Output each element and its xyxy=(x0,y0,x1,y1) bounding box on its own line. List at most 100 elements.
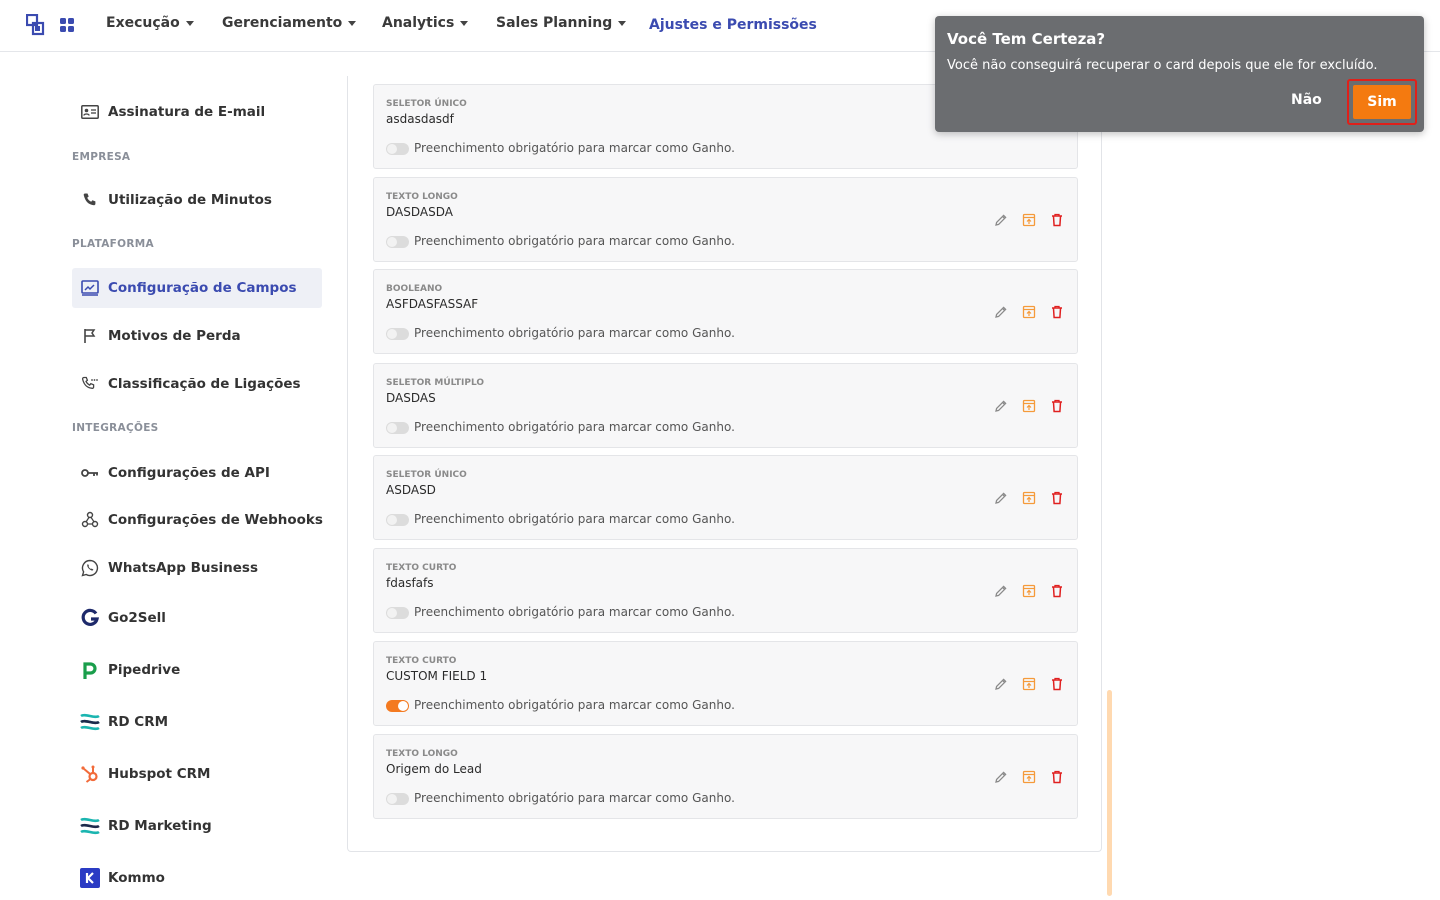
kommo-logo-icon xyxy=(80,868,100,888)
field-card: BOOLEANO ASFDASFASSAF Preenchimento obriga… xyxy=(373,269,1078,354)
sidebar-item-hubspot-crm[interactable]: Hubspot CRM xyxy=(72,754,322,794)
archive-icon[interactable] xyxy=(1021,583,1037,599)
sidebar-item-configuracoes-webhooks[interactable]: Configurações de Webhooks xyxy=(72,500,323,540)
sidebar-item-whatsapp-business[interactable]: WhatsApp Business xyxy=(72,548,322,588)
sidebar-item-label: Go2Sell xyxy=(108,610,166,626)
card-actions xyxy=(993,304,1065,320)
field-name: ASDASD xyxy=(386,483,436,497)
caret-down-icon xyxy=(460,20,469,26)
trash-icon[interactable] xyxy=(1049,676,1065,692)
archive-icon[interactable] xyxy=(1021,769,1037,785)
archive-icon[interactable] xyxy=(1021,304,1037,320)
phone-icon xyxy=(80,190,100,210)
required-label: Preenchimento obrigatório para marcar co… xyxy=(414,326,735,340)
edit-pencil-icon[interactable] xyxy=(993,676,1009,692)
required-label: Preenchimento obrigatório para marcar co… xyxy=(414,791,735,805)
archive-icon[interactable] xyxy=(1021,212,1037,228)
sidebar-item-kommo[interactable]: Kommo xyxy=(72,858,322,898)
sidebar-item-rd-crm[interactable]: RD CRM xyxy=(72,702,322,742)
trash-icon[interactable] xyxy=(1049,212,1065,228)
archive-icon[interactable] xyxy=(1021,676,1037,692)
key-icon xyxy=(80,463,100,483)
card-actions xyxy=(993,583,1065,599)
required-toggle[interactable] xyxy=(386,514,409,526)
confirm-button[interactable]: Sim xyxy=(1353,85,1411,119)
edit-pencil-icon[interactable] xyxy=(993,398,1009,414)
field-card: TEXTO LONGO Origem do Lead Preenchimento o… xyxy=(373,734,1078,819)
dialog-message: Você não conseguirá recuperar o card dep… xyxy=(947,58,1378,73)
nav-label: Sales Planning xyxy=(496,15,613,31)
field-name: ASFDASFASSAF xyxy=(386,297,479,311)
sidebar-item-motivos-perda[interactable]: Motivos de Perda xyxy=(72,316,322,356)
archive-icon[interactable] xyxy=(1021,490,1037,506)
sidebar-item-assinatura-email[interactable]: Assinatura de E-mail xyxy=(72,92,322,132)
scrollbar[interactable] xyxy=(1107,690,1112,896)
caret-down-icon xyxy=(618,20,627,26)
id-card-icon xyxy=(80,102,100,122)
edit-pencil-icon[interactable] xyxy=(993,583,1009,599)
required-label: Preenchimento obrigatório para marcar co… xyxy=(414,234,735,248)
field-card: TEXTO CURTO fdasfafs Preenchimento obrigat… xyxy=(373,548,1078,633)
nav-label: Ajustes e Permissões xyxy=(649,17,817,33)
nav-analytics[interactable]: Analytics xyxy=(382,15,469,31)
required-toggle[interactable] xyxy=(386,143,409,155)
field-name: asdasdasdf xyxy=(386,112,454,126)
sidebar-item-label: Configurações de API xyxy=(108,465,270,481)
required-label: Preenchimento obrigatório para marcar co… xyxy=(414,420,735,434)
edit-pencil-icon[interactable] xyxy=(993,490,1009,506)
card-actions xyxy=(993,398,1065,414)
edit-pencil-icon[interactable] xyxy=(993,769,1009,785)
required-label: Preenchimento obrigatório para marcar co… xyxy=(414,141,735,155)
required-toggle[interactable] xyxy=(386,607,409,619)
flag-icon xyxy=(80,326,100,346)
field-card: TEXTO CURTO CUSTOM FIELD 1 Preenchimento o… xyxy=(373,641,1078,726)
required-toggle[interactable] xyxy=(386,236,409,248)
field-type-label: TEXTO CURTO xyxy=(386,563,457,573)
sidebar-item-configuracao-campos[interactable]: Configuração de Campos xyxy=(72,268,322,308)
nav-label: Analytics xyxy=(382,15,455,31)
sidebar-item-pipedrive[interactable]: Pipedrive xyxy=(72,650,322,690)
field-type-label: SELETOR ÚNICO xyxy=(386,99,467,109)
nav-gerenciamento[interactable]: Gerenciamento xyxy=(222,15,357,31)
apps-grid-icon[interactable] xyxy=(60,18,74,32)
field-name: Origem do Lead xyxy=(386,762,482,776)
trash-icon[interactable] xyxy=(1049,398,1065,414)
sidebar-item-label: RD CRM xyxy=(108,714,169,730)
hubspot-logo-icon xyxy=(80,764,100,784)
sidebar-item-classificacao-ligacoes[interactable]: Classificação de Ligações xyxy=(72,364,322,404)
edit-pencil-icon[interactable] xyxy=(993,212,1009,228)
nav-execucao[interactable]: Execução xyxy=(106,15,194,31)
required-toggle[interactable] xyxy=(386,700,409,712)
pipedrive-logo-icon xyxy=(80,660,100,680)
archive-icon[interactable] xyxy=(1021,398,1037,414)
sidebar-item-rd-marketing[interactable]: RD Marketing xyxy=(72,806,322,846)
nav-ajustes-permissoes[interactable]: Ajustes e Permissões xyxy=(649,17,817,33)
sidebar-item-configuracoes-api[interactable]: Configurações de API xyxy=(72,453,322,493)
trash-icon[interactable] xyxy=(1049,583,1065,599)
required-toggle[interactable] xyxy=(386,793,409,805)
edit-pencil-icon[interactable] xyxy=(993,304,1009,320)
sidebar-item-label: Utilização de Minutos xyxy=(108,192,272,208)
required-toggle[interactable] xyxy=(386,328,409,340)
cancel-button[interactable]: Não xyxy=(1291,92,1322,108)
sidebar: Assinatura de E-mail EMPRESA Utilização … xyxy=(0,52,340,900)
go2sell-logo-icon xyxy=(80,608,100,628)
webhook-icon xyxy=(80,510,100,530)
phone-dots-icon xyxy=(80,374,100,394)
field-card: SELETOR MÚLTIPLO DASDAS Preenchimento obri… xyxy=(373,363,1078,448)
field-type-label: TEXTO CURTO xyxy=(386,656,457,666)
card-actions xyxy=(993,212,1065,228)
sidebar-item-utilizacao-minutos[interactable]: Utilização de Minutos xyxy=(72,180,322,220)
chart-box-icon xyxy=(80,278,100,298)
trash-icon[interactable] xyxy=(1049,769,1065,785)
sidebar-item-go2sell[interactable]: Go2Sell xyxy=(72,598,322,638)
trash-icon[interactable] xyxy=(1049,490,1065,506)
trash-icon[interactable] xyxy=(1049,304,1065,320)
sidebar-item-label: Kommo xyxy=(108,870,165,886)
app-logo-icon[interactable] xyxy=(26,14,46,36)
required-toggle[interactable] xyxy=(386,422,409,434)
nav-sales-planning[interactable]: Sales Planning xyxy=(496,15,627,31)
field-type-label: SELETOR ÚNICO xyxy=(386,470,467,480)
nav-label: Execução xyxy=(106,15,180,31)
caret-down-icon xyxy=(348,20,357,26)
